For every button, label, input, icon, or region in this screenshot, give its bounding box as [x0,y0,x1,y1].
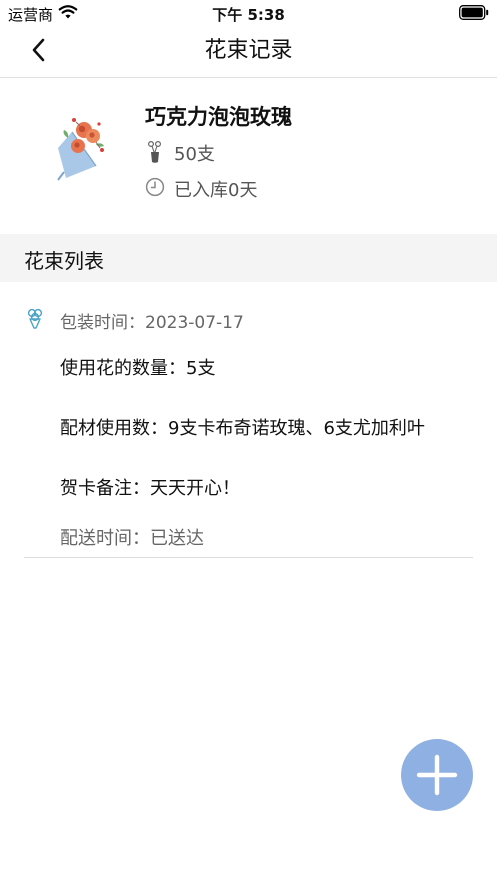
flower-count: 使用花的数量：5支 [60,358,216,379]
page-title: 花束记录 [204,38,293,63]
delivery-time: 配送时间：已送达 [60,528,204,549]
vase-icon [147,140,162,163]
status-time: 下午 5:38 [212,6,285,24]
bouquet-list-header: 花束列表 [0,234,497,282]
materials-used: 配材使用数：9支卡布奇诺玫瑰、6支尤加利叶 [60,418,425,439]
clock-icon [145,177,165,197]
bouquet-record-item[interactable]: 包装时间：2023-07-17 使用花的数量：5支 配材使用数：9支卡布奇诺玫瑰… [24,282,473,558]
bouquet-count: 50支 [174,144,215,165]
pack-time: 包装时间：2023-07-17 [60,313,244,333]
navigation-bar: 花束记录 [0,26,497,78]
add-record-button[interactable] [401,739,473,811]
section-title: 花束列表 [24,249,104,273]
plus-icon [416,754,458,796]
battery-icon [459,5,489,20]
stock-days: 已入库0天 [174,180,258,201]
flower-name: 巧克力泡泡玫瑰 [145,105,292,129]
status-bar: 运营商 下午 5:38 [0,0,497,26]
bouquet-image [57,118,104,181]
bouquet-icon [27,308,43,329]
card-note: 贺卡备注：天天开心！ [60,478,240,499]
